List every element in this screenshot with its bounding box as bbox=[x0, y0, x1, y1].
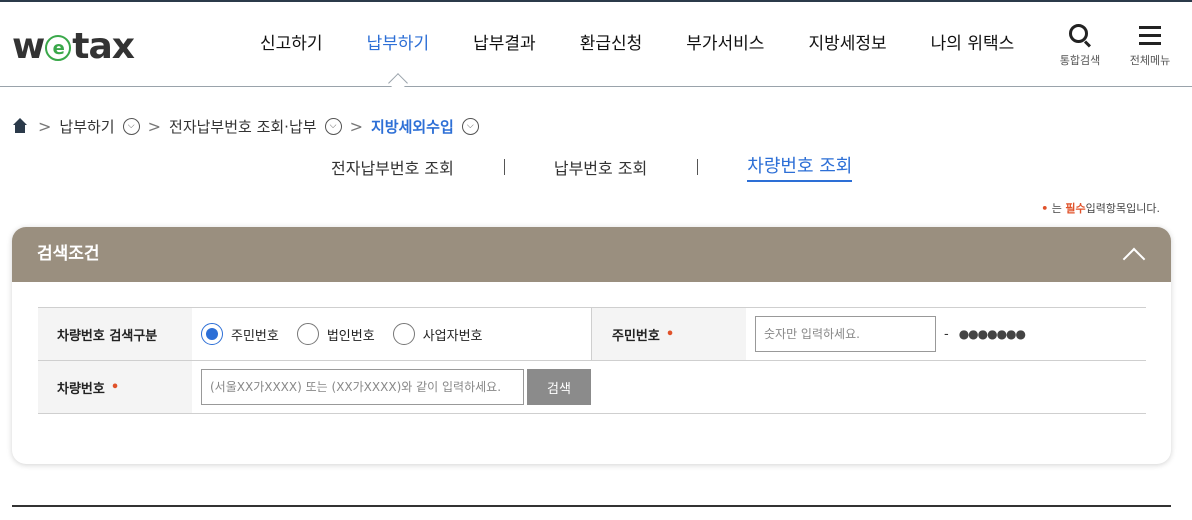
tab-vehicle-number[interactable]: 차량번호 조회 bbox=[747, 152, 853, 182]
lookup-tabs: 전자납부번호 조회 납부번호 조회 차량번호 조회 bbox=[300, 150, 853, 184]
resident-number-cell: - ●●●●●●● bbox=[746, 308, 1026, 360]
search-panel-header: 검색조건 bbox=[12, 227, 1171, 282]
breadcrumb-separator-icon: > bbox=[38, 116, 52, 136]
breadcrumb-item-epay-lookup[interactable]: 전자납부번호 조회·납부 bbox=[169, 116, 317, 137]
resident-number-masked: ●●●●●●● bbox=[958, 327, 1026, 341]
search-icon bbox=[1069, 24, 1092, 48]
search-type-options: 주민번호 법인번호 사업자번호 bbox=[192, 308, 591, 360]
home-icon[interactable] bbox=[12, 118, 28, 134]
nav-item-report[interactable]: 신고하기 bbox=[238, 2, 345, 87]
main-nav: 신고하기 납부하기 납부결과 환급신청 부가서비스 지방세정보 나의 위택스 bbox=[238, 2, 1036, 87]
logo-e-icon: e bbox=[45, 35, 72, 61]
tab-divider bbox=[503, 159, 505, 175]
all-menu-label: 전체메뉴 bbox=[1129, 54, 1171, 67]
radio-label: 주민번호 bbox=[231, 328, 279, 344]
chevron-down-icon[interactable]: ⌵ bbox=[461, 117, 479, 135]
nav-item-local-tax-info[interactable]: 지방세정보 bbox=[786, 2, 908, 87]
form-row-vehicle-number: 차량번호 • 검색 bbox=[38, 361, 1146, 414]
breadcrumb-item-non-tax-revenue[interactable]: 지방세외수입 bbox=[371, 116, 454, 137]
breadcrumb: > 납부하기 ⌵ > 전자납부번호 조회·납부 ⌵ > 지방세외수입 ⌵ bbox=[12, 115, 485, 137]
chevron-down-icon[interactable]: ⌵ bbox=[324, 117, 342, 135]
site-header: w e tax 신고하기 납부하기 납부결과 환급신청 부가서비스 지방세정보 나의… bbox=[0, 2, 1192, 93]
form-row-search-type: 차량번호 검색구분 주민번호 법인번호 사업자번호 주민번호 • 숫자만 입력하… bbox=[38, 308, 1146, 361]
breadcrumb-separator-icon: > bbox=[349, 116, 363, 136]
radio-business-number[interactable]: 사업자번호 bbox=[392, 323, 483, 345]
hamburger-icon bbox=[1139, 26, 1161, 46]
resident-number-label: 주민번호 • bbox=[591, 308, 746, 360]
logo-text-tax: tax bbox=[72, 25, 135, 67]
radio-label: 법인번호 bbox=[326, 328, 375, 344]
radio-resident-number[interactable]: 주민번호 bbox=[201, 323, 279, 345]
nav-item-extra-service[interactable]: 부가서비스 bbox=[664, 2, 786, 87]
nav-item-refund[interactable]: 환급신청 bbox=[558, 2, 665, 87]
tab-divider bbox=[697, 159, 699, 175]
resident-number-input[interactable] bbox=[755, 316, 936, 352]
required-note-pre: 는 bbox=[1051, 202, 1062, 215]
required-note-highlight: 필수 bbox=[1065, 202, 1086, 215]
search-form: 차량번호 검색구분 주민번호 법인번호 사업자번호 주민번호 • 숫자만 입력하… bbox=[38, 307, 1146, 414]
required-note: • 는 필수입력항목입니다. bbox=[1041, 200, 1160, 216]
tab-pay-number[interactable]: 납부번호 조회 bbox=[554, 155, 647, 179]
bottom-divider bbox=[12, 505, 1171, 507]
radio-corporate-number[interactable]: 법인번호 bbox=[296, 323, 375, 345]
search-panel-title: 검색조건 bbox=[37, 244, 100, 264]
search-button[interactable]: 검색 bbox=[527, 369, 591, 405]
vehicle-number-cell: 검색 bbox=[192, 361, 591, 413]
breadcrumb-item-pay[interactable]: 납부하기 bbox=[59, 116, 114, 137]
nav-item-pay-result[interactable]: 납부결과 bbox=[451, 2, 558, 87]
search-type-label: 차량번호 검색구분 bbox=[38, 308, 192, 360]
wetax-logo[interactable]: w e tax bbox=[12, 25, 135, 67]
resident-number-dash: - bbox=[944, 326, 949, 342]
collapse-chevron-up-icon[interactable] bbox=[1119, 241, 1149, 269]
global-search-label: 통합검색 bbox=[1059, 54, 1101, 67]
required-mark: • bbox=[110, 379, 120, 395]
all-menu-button[interactable]: 전체메뉴 bbox=[1126, 24, 1174, 68]
logo-text-w: w bbox=[12, 25, 45, 67]
radio-checked-icon bbox=[201, 323, 223, 345]
required-mark: • bbox=[665, 326, 675, 342]
global-search-button[interactable]: 통합검색 bbox=[1056, 24, 1104, 68]
breadcrumb-separator-icon: > bbox=[147, 116, 162, 136]
resident-number-label-text: 주민번호 bbox=[612, 328, 660, 344]
required-bullet: • bbox=[1041, 202, 1049, 215]
nav-item-my-wetax[interactable]: 나의 위택스 bbox=[909, 2, 1037, 87]
radio-unchecked-icon bbox=[296, 323, 319, 345]
radio-unchecked-icon bbox=[392, 323, 415, 345]
vehicle-number-label: 차량번호 • bbox=[38, 361, 192, 413]
radio-label: 사업자번호 bbox=[422, 328, 483, 344]
vehicle-number-label-text: 차량번호 bbox=[57, 381, 105, 397]
search-panel: 검색조건 차량번호 검색구분 주민번호 법인번호 사업자번호 주민번호 • 숫자… bbox=[12, 227, 1171, 464]
tab-epay-number[interactable]: 전자납부번호 조회 bbox=[331, 155, 454, 179]
vehicle-number-input[interactable] bbox=[201, 369, 524, 405]
chevron-down-icon[interactable]: ⌵ bbox=[122, 117, 140, 135]
required-note-post: 입력항목입니다. bbox=[1085, 202, 1160, 215]
